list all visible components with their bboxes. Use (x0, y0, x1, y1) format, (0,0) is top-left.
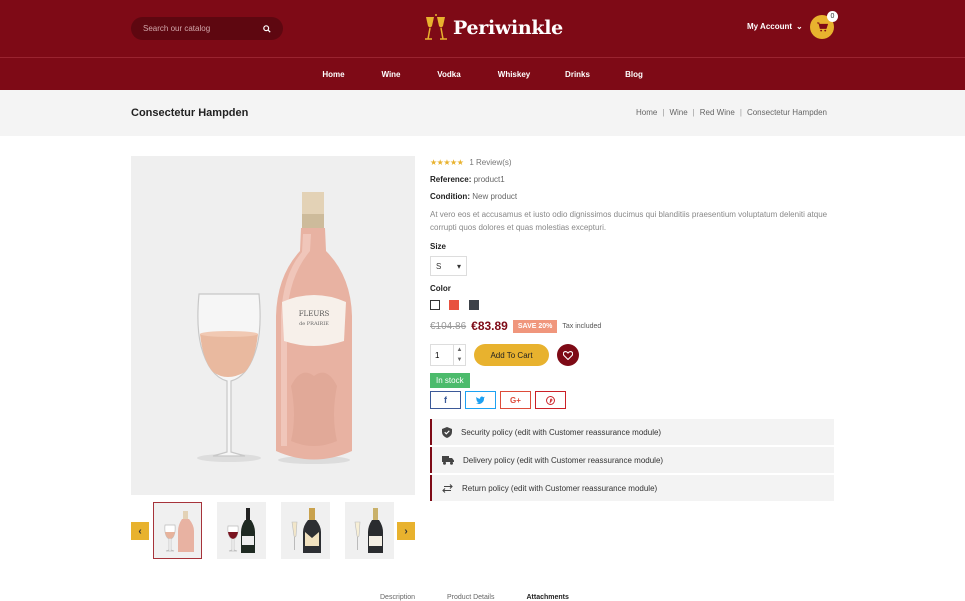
shield-icon (442, 426, 452, 438)
pinterest-share-button[interactable] (535, 391, 566, 409)
page-title: Consectetur Hampden (131, 107, 249, 119)
truck-icon (442, 455, 454, 465)
breadcrumb: Home | Wine | Red Wine | Consectetur Hampde… (636, 108, 827, 117)
color-swatch-dark[interactable] (468, 300, 479, 310)
add-to-cart-row: ▲▼ Add To Cart (430, 344, 834, 366)
bottle-label-1: FLEURS (299, 310, 330, 318)
google-plus-share-button[interactable]: G+ (500, 391, 531, 409)
rating-stars: ★★★★★ (430, 158, 464, 167)
size-value: S (436, 261, 442, 271)
logo-text: Periwinkle (453, 17, 563, 39)
bottle-label-2: de PRAIRIE (299, 321, 329, 327)
return-policy-item: Return policy (edit with Customer reassu… (430, 475, 834, 501)
facebook-share-button[interactable]: f (430, 391, 461, 409)
account-menu[interactable]: My Account ⌄ (747, 22, 803, 31)
product-description: At vero eos et accusamus et iusto odio d… (430, 210, 828, 232)
search-box[interactable] (131, 17, 283, 40)
stock-badge: In stock (430, 373, 470, 388)
product-info: ★★★★★ 1 Review(s) Reference: product1 Co… (430, 156, 834, 503)
caret-down-icon: ▾ (456, 261, 461, 271)
twitter-share-button[interactable] (465, 391, 496, 409)
delivery-policy-item: Delivery policy (edit with Customer reas… (430, 447, 834, 473)
return-arrows-icon (442, 483, 453, 493)
breadcrumb-current: Consectetur Hampden (746, 108, 827, 117)
twitter-icon (476, 396, 485, 404)
nav-whiskey[interactable]: Whiskey (493, 70, 535, 79)
security-policy-text: Security policy (edit with Customer reas… (461, 427, 662, 437)
facebook-icon: f (444, 395, 447, 405)
current-price: €83.89 (471, 319, 508, 333)
breadcrumb-red-wine[interactable]: Red Wine (700, 108, 735, 117)
nav-drinks[interactable]: Drinks (560, 70, 595, 79)
nav-blog[interactable]: Blog (618, 70, 650, 79)
add-to-cart-button[interactable]: Add To Cart (474, 344, 549, 366)
color-swatch-white[interactable] (430, 300, 440, 310)
condition-row: Condition: New product (430, 191, 834, 203)
cart-count-badge: 0 (827, 11, 838, 22)
carousel-prev-button[interactable]: ‹ (131, 522, 149, 540)
return-policy-text: Return policy (edit with Customer reassu… (462, 483, 658, 493)
color-swatch-red[interactable] (449, 300, 460, 310)
google-plus-icon: G+ (510, 395, 521, 405)
search-input[interactable] (143, 24, 253, 33)
thumbnail-carousel: ‹ › (131, 502, 415, 560)
quantity-input[interactable] (430, 344, 454, 366)
condition-value: New product (472, 192, 518, 201)
logo[interactable]: Periwinkle (422, 12, 563, 44)
nav-home[interactable]: Home (316, 70, 351, 79)
security-policy-item: Security policy (edit with Customer reas… (430, 419, 834, 445)
account-label: My Account (747, 22, 793, 31)
save-badge: SAVE 20% (512, 319, 558, 333)
reference-row: Reference: product1 (430, 174, 834, 186)
product-main-image[interactable]: FLEURS de PRAIRIE (131, 156, 415, 495)
thumbnail-champagne[interactable] (281, 502, 330, 559)
quantity-stepper[interactable]: ▲ ▼ (454, 344, 466, 366)
social-share: f G+ (430, 391, 834, 409)
stock-row: In stock (430, 370, 834, 388)
pinterest-icon (546, 395, 555, 405)
heart-icon (563, 350, 573, 360)
nav-vodka[interactable]: Vodka (431, 70, 467, 79)
color-swatches (430, 297, 834, 310)
breadcrumb-home[interactable]: Home (636, 108, 657, 117)
nav-wine[interactable]: Wine (373, 70, 409, 79)
thumbnail-rose[interactable] (153, 502, 202, 559)
price-row: €104.86 €83.89 SAVE 20% Tax included (430, 319, 834, 333)
reviews-link[interactable]: 1 Review(s) (469, 158, 511, 167)
search-icon[interactable] (263, 24, 271, 33)
breadcrumb-wine[interactable]: Wine (669, 108, 687, 117)
wishlist-button[interactable] (557, 344, 579, 366)
reference-label: Reference: (430, 175, 472, 184)
tax-note: Tax included (562, 322, 602, 330)
size-label: Size (430, 242, 447, 251)
cart-icon (816, 22, 828, 32)
condition-label: Condition: (430, 192, 470, 201)
old-price: €104.86 (430, 320, 467, 332)
reassurance-list: Security policy (edit with Customer reas… (430, 419, 834, 501)
size-select[interactable]: S ▾ (430, 256, 467, 276)
wine-glasses-icon (425, 14, 447, 40)
carousel-next-button[interactable]: › (397, 522, 415, 540)
thumbnail-sparkling[interactable] (345, 502, 394, 559)
color-label: Color (430, 284, 451, 293)
main-nav: Home Wine Vodka Whiskey Drinks Blog (0, 58, 965, 90)
stepper-up-icon[interactable]: ▲ (457, 347, 463, 353)
chevron-down-icon: ⌄ (796, 22, 803, 31)
delivery-policy-text: Delivery policy (edit with Customer reas… (463, 455, 664, 465)
stepper-down-icon[interactable]: ▼ (457, 357, 463, 363)
thumbnail-red-wine[interactable] (217, 502, 266, 559)
reference-value: product1 (473, 175, 505, 184)
